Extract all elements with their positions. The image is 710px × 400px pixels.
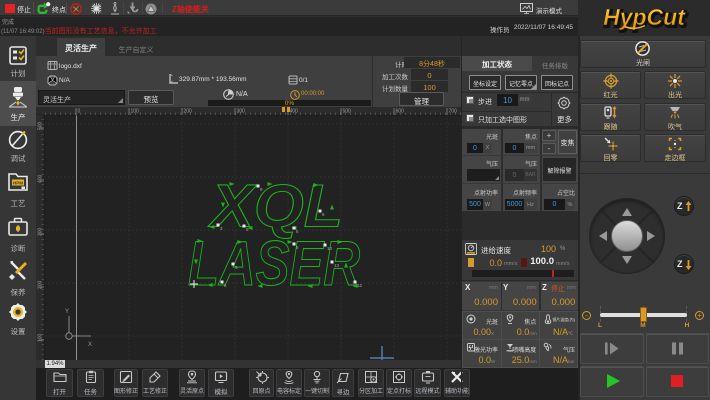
svg-text:200: 200: [38, 280, 44, 289]
svg-text:300: 300: [237, 109, 246, 115]
svg-text:300: 300: [38, 227, 44, 236]
svg-text:Y: Y: [65, 309, 69, 315]
svg-text:500: 500: [38, 121, 44, 130]
svg-text:12: 12: [357, 283, 363, 288]
svg-text:400: 400: [290, 109, 299, 115]
svg-text:HPM: HPM: [13, 180, 23, 185]
svg-text:500: 500: [343, 109, 352, 115]
svg-text:200: 200: [184, 109, 193, 115]
svg-text:100: 100: [38, 333, 44, 342]
svg-text:400: 400: [38, 174, 44, 183]
svg-text:100: 100: [131, 109, 140, 115]
svg-text:0: 0: [78, 109, 81, 115]
svg-text:600: 600: [396, 109, 405, 115]
svg-text:13: 13: [334, 263, 340, 268]
svg-text:700: 700: [449, 109, 458, 115]
svg-text:10: 10: [327, 246, 333, 251]
svg-text:X: X: [88, 342, 92, 348]
